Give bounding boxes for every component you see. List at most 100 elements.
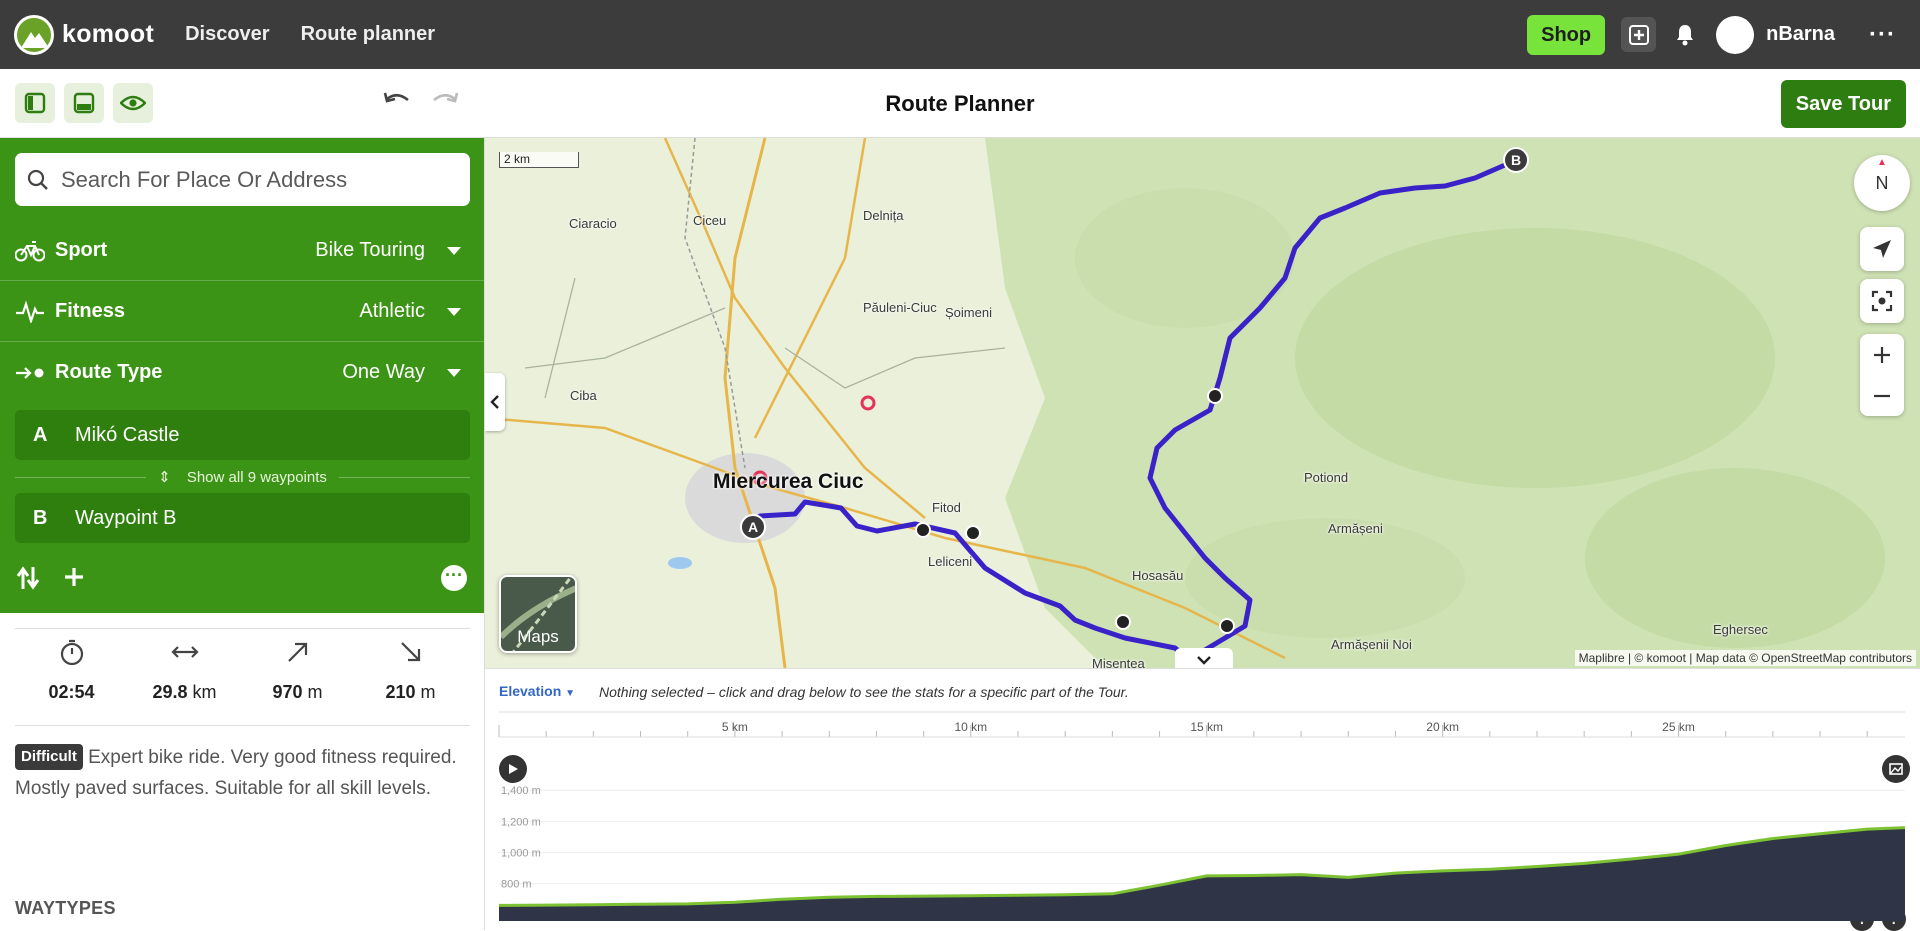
- zoom-in-button[interactable]: [1860, 334, 1904, 375]
- locate-me-button[interactable]: [1860, 227, 1904, 271]
- waypoint-a-name: Mikó Castle: [75, 424, 179, 447]
- uphill-unit: m: [308, 682, 323, 702]
- fit-route-button[interactable]: [1860, 279, 1904, 323]
- plus-icon: [1873, 346, 1891, 364]
- chevron-left-icon: [490, 395, 500, 409]
- chevron-down-icon: [447, 308, 461, 316]
- play-button[interactable]: [499, 755, 527, 783]
- fitness-value: Athletic: [359, 300, 425, 323]
- y-tick-label: 1,000 m: [501, 848, 541, 860]
- avatar[interactable]: [1716, 16, 1754, 54]
- waypoints-section: A Mikó Castle ⇕ Show all 9 waypoints B W…: [0, 397, 485, 613]
- place-label: Potiond: [1304, 470, 1348, 485]
- sport-value: Bike Touring: [315, 239, 425, 262]
- x-tick-label: 5 km: [722, 720, 748, 734]
- place-label: Leliceni: [928, 554, 972, 569]
- toggle-elevation-button[interactable]: [1175, 648, 1233, 668]
- fitness-label: Fitness: [55, 300, 125, 323]
- shop-button[interactable]: Shop: [1527, 15, 1605, 55]
- y-tick-label: 1,200 m: [501, 816, 541, 828]
- nav-route-planner[interactable]: Route planner: [301, 23, 435, 46]
- compass-needle-icon: ▲: [1877, 157, 1887, 168]
- komoot-logo[interactable]: komoot: [14, 15, 154, 55]
- x-tick-label: 15 km: [1190, 720, 1223, 734]
- waypoint-b[interactable]: B Waypoint B: [15, 493, 470, 543]
- chevron-down-icon: [447, 247, 461, 255]
- waypoint-tools: ···: [0, 557, 485, 597]
- reverse-route-icon[interactable]: [16, 565, 40, 591]
- chevron-down-icon: [447, 369, 461, 377]
- route-sidebar: Search For Place Or Address Sport Bike T…: [0, 138, 485, 930]
- search-input[interactable]: Search For Place Or Address: [15, 153, 470, 206]
- y-tick-label: 600 m: [501, 910, 532, 922]
- nav-discover[interactable]: Discover: [185, 23, 270, 46]
- route-settings-panel: Search For Place Or Address Sport Bike T…: [0, 138, 484, 613]
- place-label: Armășeni: [1328, 521, 1383, 536]
- maps-label: Maps: [501, 627, 575, 647]
- place-label: Eghersec: [1713, 622, 1768, 637]
- map-scale: 2 km: [499, 152, 579, 168]
- waypoint-b-letter: B: [33, 507, 63, 530]
- waypoint-a[interactable]: A Mikó Castle: [15, 410, 470, 460]
- elevation-area: [499, 828, 1905, 921]
- x-tick-label: 20 km: [1426, 720, 1459, 734]
- map-layers-button[interactable]: Maps: [499, 575, 577, 653]
- route-type-value: One Way: [342, 361, 425, 384]
- create-button[interactable]: [1621, 17, 1656, 52]
- place-label: Misentea: [1092, 656, 1145, 668]
- report-issue-icon[interactable]: !: [1850, 907, 1874, 931]
- distance-value: 29.8: [152, 682, 187, 702]
- map-attribution[interactable]: Maplibre | © komoot | Map data © OpenStr…: [1575, 650, 1916, 666]
- waypoint-marker-a[interactable]: A: [740, 514, 766, 540]
- zoom-out-button[interactable]: [1860, 375, 1904, 416]
- place-label: Hosasău: [1132, 568, 1183, 583]
- page-title: Route Planner: [0, 91, 1920, 117]
- distance-unit: km: [193, 682, 217, 702]
- elevation-dropdown[interactable]: Elevation ▼: [499, 683, 575, 699]
- top-navigation-bar: komoot Discover Route planner Shop nBarn…: [0, 0, 1920, 69]
- help-icon[interactable]: ?: [1882, 907, 1906, 931]
- pulse-icon: [15, 300, 45, 324]
- show-all-label: Show all 9 waypoints: [181, 469, 333, 486]
- tour-stats: 02:54 29.8 km 970 m 210 m: [15, 628, 470, 726]
- x-tick-label: 25 km: [1662, 720, 1695, 734]
- elevation-chart: 5 km10 km15 km20 km25 km1,400 m1,200 m1,…: [485, 669, 1920, 931]
- route-type-label: Route Type: [55, 361, 162, 384]
- place-label: Ciba: [570, 388, 597, 403]
- waypoint-a-letter: A: [33, 424, 63, 447]
- y-tick-label: 800 m: [501, 879, 532, 891]
- more-menu-button[interactable]: ···: [1869, 21, 1896, 49]
- city-label: Miercurea Ciuc: [713, 470, 864, 494]
- place-label: Șoimeni: [945, 305, 992, 320]
- downhill-icon: [398, 639, 424, 665]
- sport-selector[interactable]: Sport Bike Touring: [0, 221, 485, 281]
- zoom-controls: [1860, 334, 1904, 416]
- waypoint-options-icon[interactable]: ···: [441, 565, 467, 591]
- search-icon: [27, 169, 49, 191]
- compass-button[interactable]: ▲ N: [1854, 155, 1910, 211]
- waypoint-b-name: Waypoint B: [75, 507, 177, 530]
- route-map[interactable]: Ciaracio Ciceu Delnița Păuleni-Ciuc Șoim…: [485, 138, 1920, 668]
- compass-label: N: [1876, 173, 1889, 194]
- expand-chart-button[interactable]: [1882, 755, 1910, 783]
- username[interactable]: nBarna: [1766, 23, 1835, 46]
- difficulty-badge: Difficult: [15, 744, 83, 770]
- minus-icon: [1873, 387, 1891, 405]
- show-all-waypoints-link[interactable]: ⇕ Show all 9 waypoints: [0, 468, 485, 486]
- waytypes-heading: WAYTYPES: [15, 898, 116, 919]
- collapse-sidebar-button[interactable]: [485, 373, 505, 431]
- fitness-selector[interactable]: Fitness Athletic: [0, 282, 485, 342]
- uphill-icon: [285, 639, 311, 665]
- stat-duration: 02:54: [15, 639, 128, 703]
- place-label: Armășenii Noi: [1331, 637, 1412, 652]
- notifications-button[interactable]: [1668, 18, 1702, 52]
- add-waypoint-icon[interactable]: [64, 567, 84, 587]
- elevation-panel: Elevation ▼ Nothing selected – click and…: [485, 668, 1920, 930]
- downhill-value: 210: [385, 682, 415, 702]
- route-type-selector[interactable]: Route Type One Way: [0, 343, 485, 403]
- place-label: Fitod: [932, 500, 961, 515]
- waypoint-marker-b[interactable]: B: [1503, 147, 1529, 173]
- stat-uphill: 970 m: [241, 639, 354, 703]
- save-tour-button[interactable]: Save Tour: [1781, 80, 1906, 128]
- location-arrow-icon: [1871, 238, 1893, 260]
